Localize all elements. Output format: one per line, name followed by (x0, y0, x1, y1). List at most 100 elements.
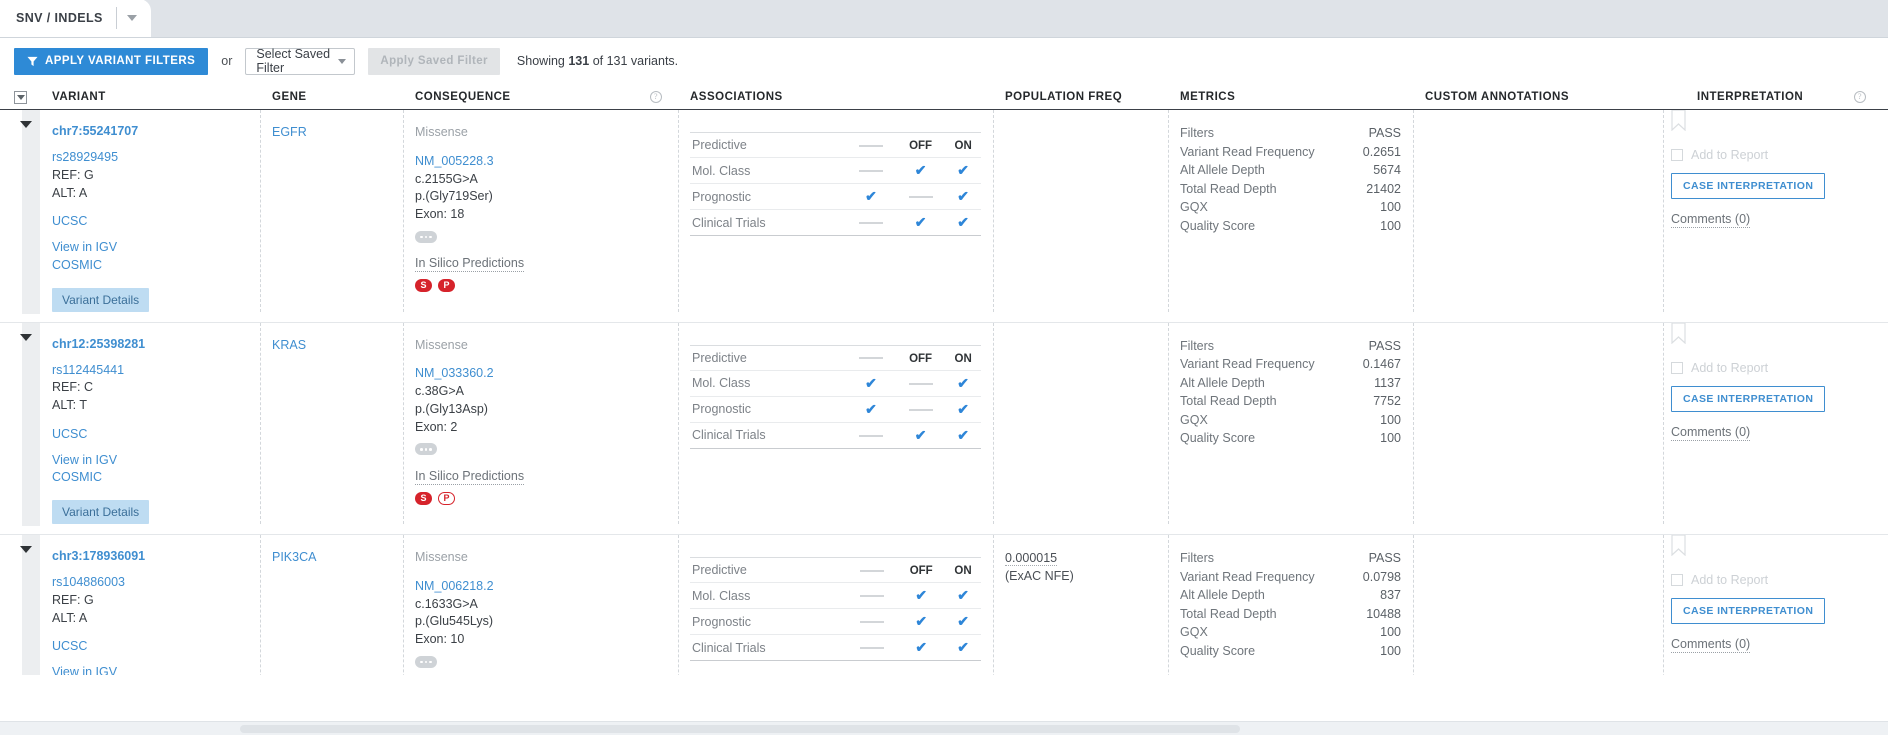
more-options-icon[interactable] (415, 443, 437, 455)
custom-annotations-cell (1413, 535, 1663, 675)
variant-position-link[interactable]: chr3:178936091 (52, 549, 248, 563)
gene-link[interactable]: PIK3CA (272, 549, 391, 567)
help-circle-icon[interactable]: ? (1854, 91, 1866, 103)
transcript-link[interactable]: NM_005228.3 (415, 153, 666, 171)
case-interpretation-button[interactable]: CASE INTERPRETATION (1671, 173, 1825, 199)
associations-table-body: PredictiveOFFONMol. Class✔✔Prognostic✔✔C… (690, 558, 981, 661)
population-freq-value[interactable]: 0.000015 (1005, 551, 1057, 566)
variant-details-button[interactable]: Variant Details (52, 288, 149, 312)
tab-label: SNV / INDELS (16, 11, 116, 25)
tab-dropdown-button[interactable] (117, 0, 147, 37)
prediction-badge-p[interactable]: P (438, 279, 455, 292)
header-associations[interactable]: ASSOCIATIONS (678, 88, 993, 106)
add-to-report-checkbox[interactable]: Add to Report (1671, 361, 1876, 375)
variant-details-button[interactable]: Variant Details (52, 500, 149, 524)
row-expand-caret-icon[interactable] (20, 546, 32, 553)
header-select-all[interactable] (0, 88, 40, 106)
select-all-dropdown-checkbox[interactable] (14, 91, 27, 104)
view-in-igv-link[interactable]: View in IGV (52, 664, 248, 675)
variant-position-link[interactable]: chr12:25398281 (52, 337, 248, 351)
metric-label: GQX (1180, 198, 1352, 217)
more-options-icon[interactable] (415, 231, 437, 243)
prediction-badge-s[interactable]: S (415, 279, 432, 292)
header-population-freq[interactable]: POPULATION FREQ (993, 88, 1168, 106)
view-in-igv-link[interactable]: View in IGV (52, 239, 248, 257)
add-to-report-checkbox[interactable]: Add to Report (1671, 573, 1876, 587)
ucsc-link[interactable]: UCSC (52, 638, 248, 656)
in-silico-predictions-link[interactable]: In Silico Predictions (415, 469, 524, 485)
no-data-dash-icon (859, 170, 883, 172)
header-variant[interactable]: VARIANT (40, 88, 260, 106)
case-interpretation-button[interactable]: CASE INTERPRETATION (1671, 386, 1825, 412)
gene-link[interactable]: EGFR (272, 124, 391, 142)
association-label: Predictive (690, 558, 847, 583)
header-consequence[interactable]: CONSEQUENCE ? (403, 88, 678, 106)
funnel-icon (27, 56, 38, 67)
metrics-cell: FiltersPASSVariant Read Frequency0.0798A… (1168, 535, 1413, 675)
filter-toolbar: APPLY VARIANT FILTERS or Select Saved Fi… (0, 38, 1888, 84)
variant-position-link[interactable]: chr7:55241707 (52, 124, 248, 138)
cosmic-link[interactable]: COSMIC (52, 469, 248, 487)
comments-link[interactable]: Comments (0) (1671, 425, 1750, 441)
header-custom-annotations[interactable]: CUSTOM ANNOTATIONS (1413, 88, 1663, 106)
case-interpretation-button[interactable]: CASE INTERPRETATION (1671, 598, 1825, 624)
cosmic-link[interactable]: COSMIC (52, 257, 248, 275)
association-cases (846, 133, 896, 158)
saved-filter-value: Select Saved Filter (256, 47, 338, 75)
transcript-link[interactable]: NM_033360.2 (415, 365, 666, 383)
transcript-link[interactable]: NM_006218.2 (415, 578, 666, 596)
prediction-badge-s[interactable]: S (415, 492, 432, 505)
metric-row: Total Read Depth7752 (1180, 392, 1401, 411)
associations-table-body: PredictiveOFFONMol. Class✔✔Prognostic✔✔C… (690, 345, 981, 448)
metric-row: Alt Allele Depth837 (1180, 586, 1401, 605)
header-metrics[interactable]: METRICS (1168, 88, 1413, 106)
header-interpretation-label: INTERPRETATION (1663, 91, 1803, 103)
comments-link[interactable]: Comments (0) (1671, 637, 1750, 653)
variant-rsid-link[interactable]: rs104886003 (52, 574, 248, 592)
horizontal-scrollbar[interactable] (0, 721, 1888, 735)
showing-prefix: Showing (517, 54, 568, 68)
comments-link[interactable]: Comments (0) (1671, 212, 1750, 228)
help-circle-icon[interactable]: ? (650, 91, 662, 103)
association-mykb: ✔ (897, 609, 945, 635)
variant-rsid-link[interactable]: rs112445441 (52, 362, 248, 380)
saved-filter-select[interactable]: Select Saved Filter (245, 48, 355, 75)
gene-link[interactable]: KRAS (272, 337, 391, 355)
row-gutter-bar (22, 535, 40, 675)
variant-rsid-link[interactable]: rs28929495 (52, 149, 248, 167)
add-to-report-label: Add to Report (1691, 361, 1768, 375)
no-data-dash-icon (859, 357, 883, 359)
ucsc-link[interactable]: UCSC (52, 426, 248, 444)
header-interpretation[interactable]: INTERPRETATION ? (1663, 88, 1888, 106)
exon-number: Exon: 18 (415, 206, 666, 224)
check-icon: ✔ (957, 215, 969, 229)
in-silico-predictions-link[interactable]: In Silico Predictions (415, 256, 524, 272)
association-row: Prognostic✔✔ (690, 184, 981, 210)
header-gene[interactable]: GENE (260, 88, 403, 106)
row-selector-cell (0, 535, 40, 675)
bookmark-icon[interactable] (1671, 323, 1686, 344)
apply-variant-filters-button[interactable]: APPLY VARIANT FILTERS (14, 48, 208, 75)
horizontal-scrollbar-thumb[interactable] (240, 725, 1240, 733)
prediction-badges: SP (415, 279, 666, 292)
metrics-cell: FiltersPASSVariant Read Frequency0.1467A… (1168, 323, 1413, 535)
association-label: Mol. Class (690, 158, 846, 184)
row-expand-caret-icon[interactable] (20, 334, 32, 341)
view-in-igv-link[interactable]: View in IGV (52, 452, 248, 470)
add-to-report-checkbox[interactable]: Add to Report (1671, 148, 1876, 162)
apply-saved-filter-button[interactable]: Apply Saved Filter (368, 48, 500, 75)
more-options-icon[interactable] (415, 656, 437, 668)
bookmark-icon[interactable] (1671, 110, 1686, 131)
row-expand-caret-icon[interactable] (20, 121, 32, 128)
tab-snv-indels[interactable]: SNV / INDELS (0, 0, 151, 37)
prediction-badges: SP (415, 492, 666, 505)
variant-table-scroll-region[interactable]: chr7:55241707 rs28929495 REF: G ALT: A U… (0, 110, 1888, 675)
showing-count-text: Showing 131 of 131 variants. (517, 54, 678, 68)
ucsc-link[interactable]: UCSC (52, 213, 248, 231)
bookmark-icon[interactable] (1671, 535, 1686, 556)
metric-label: Total Read Depth (1180, 180, 1352, 199)
metric-label: Alt Allele Depth (1180, 374, 1352, 393)
prediction-badge-p[interactable]: P (438, 492, 455, 505)
toggle-state-label: OFF (909, 353, 932, 365)
association-label: Mol. Class (690, 583, 847, 609)
